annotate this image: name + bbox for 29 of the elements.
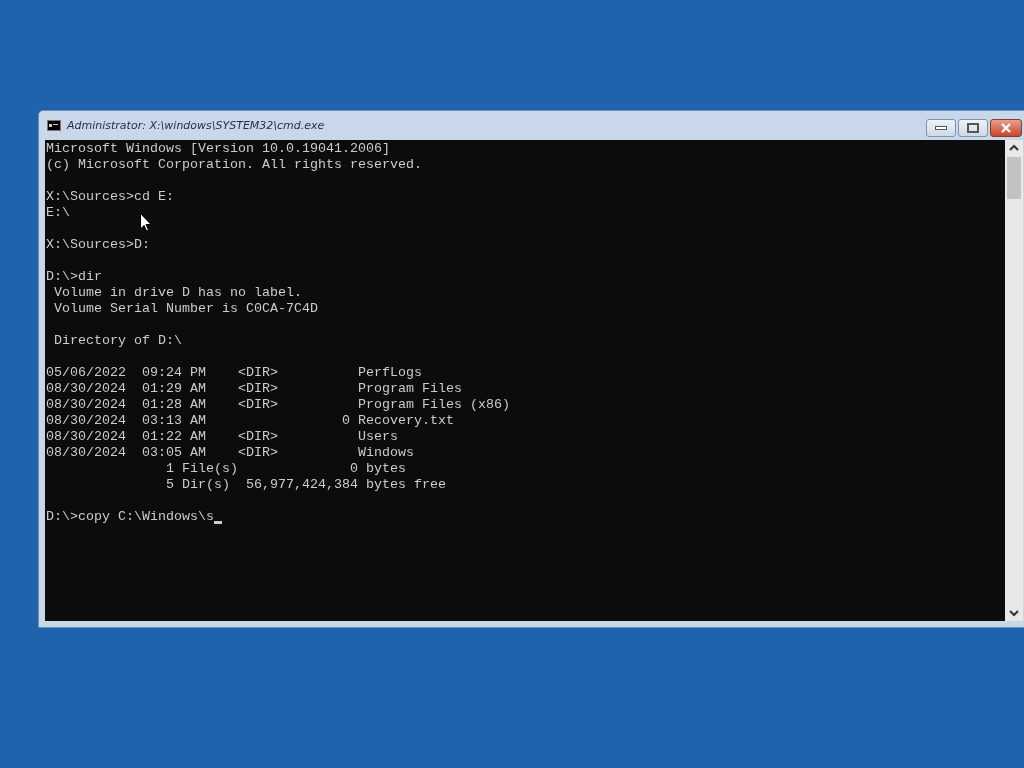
console-line: (c) Microsoft Corporation. All rights reserved. [46, 157, 423, 173]
mouse-pointer-icon [140, 213, 152, 232]
console-line: Volume in drive D has no label. [53, 285, 303, 301]
window-title: Administrator: X:\windows\SYSTEM32\cmd.exe [67, 119, 325, 132]
console-line: Directory of D:\ [53, 333, 183, 349]
console-line: 08/30/2024 01:29 AM <DIR> Program Files [46, 381, 463, 397]
vertical-scrollbar[interactable] [1005, 140, 1023, 621]
console-line: 08/30/2024 01:22 AM <DIR> Users [46, 429, 399, 445]
console-line: Volume Serial Number is C0CA-7C4D [53, 301, 319, 317]
console-line: 05/06/2022 09:24 PM <DIR> PerfLogs [46, 365, 423, 381]
close-icon [1001, 123, 1011, 133]
console-line: 08/30/2024 03:13 AM 0 Recovery.txt [46, 413, 455, 429]
console-line: 08/30/2024 01:28 AM <DIR> Program Files (x86) [46, 397, 511, 413]
console-line: 5 Dir(s) 56,977,424,384 bytes free [164, 477, 447, 493]
close-button[interactable] [990, 119, 1022, 137]
console-icon [47, 120, 61, 131]
command-input[interactable]: D:\>copy C:\Windows\s [46, 509, 214, 525]
maximize-button[interactable] [958, 119, 988, 137]
console-line: D:\>dir [46, 269, 103, 285]
console-line: E:\ [46, 205, 71, 221]
console-line: Microsoft Windows [Version 10.0.19041.2006] [46, 141, 391, 157]
maximize-icon [967, 123, 979, 133]
scroll-thumb[interactable] [1007, 157, 1021, 199]
console-line: X:\Sources>D: [46, 237, 151, 253]
console-line: X:\Sources>cd E: [46, 189, 175, 205]
console-line: 08/30/2024 03:05 AM <DIR> Windows [46, 445, 415, 461]
minimize-button[interactable] [926, 119, 956, 137]
console-line: 1 File(s) 0 bytes [164, 461, 407, 477]
minimize-icon [935, 125, 947, 131]
